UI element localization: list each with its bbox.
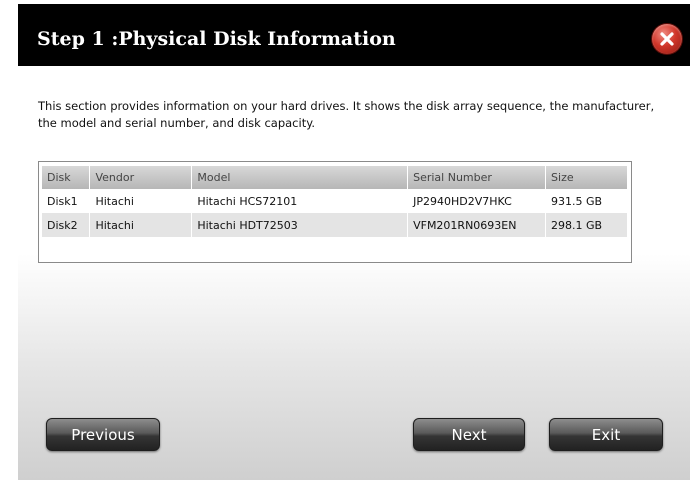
cell-vendor: Hitachi xyxy=(89,189,193,213)
section-description: This section provides information on you… xyxy=(38,99,655,130)
cell-model: Hitachi HDT72503 xyxy=(191,213,409,237)
wizard-dialog: Step 1 :Physical Disk Information This s… xyxy=(18,4,690,480)
exit-button[interactable]: Exit xyxy=(549,418,663,451)
close-button[interactable] xyxy=(652,24,682,54)
disk-table: Disk Vendor Model Serial Number Size Dis… xyxy=(42,166,628,237)
dialog-title: Step 1 :Physical Disk Information xyxy=(37,28,396,50)
cell-size: 298.1 GB xyxy=(545,213,628,237)
cell-size: 931.5 GB xyxy=(545,189,628,213)
cell-model: Hitachi HCS72101 xyxy=(191,189,409,213)
table-row[interactable]: Disk2 Hitachi Hitachi HDT72503 VFM201RN0… xyxy=(42,213,628,237)
column-header-vendor[interactable]: Vendor xyxy=(89,166,193,189)
column-header-serial-number[interactable]: Serial Number xyxy=(407,166,547,189)
close-x-icon xyxy=(660,32,674,46)
disk-table-container: Disk Vendor Model Serial Number Size Dis… xyxy=(38,161,632,263)
column-header-size[interactable]: Size xyxy=(545,166,628,189)
cell-serial-number: JP2940HD2V7HKC xyxy=(407,189,547,213)
cell-serial-number: VFM201RN0693EN xyxy=(407,213,547,237)
table-header-row: Disk Vendor Model Serial Number Size xyxy=(42,166,628,189)
table-row[interactable]: Disk1 Hitachi Hitachi HCS72101 JP2940HD2… xyxy=(42,189,628,213)
cell-vendor: Hitachi xyxy=(89,213,193,237)
title-bar: Step 1 :Physical Disk Information xyxy=(18,4,690,66)
column-header-disk[interactable]: Disk xyxy=(42,166,91,189)
next-button[interactable]: Next xyxy=(413,418,525,451)
column-header-model[interactable]: Model xyxy=(191,166,409,189)
cell-disk: Disk2 xyxy=(42,213,91,237)
previous-button[interactable]: Previous xyxy=(46,418,160,451)
cell-disk: Disk1 xyxy=(42,189,91,213)
